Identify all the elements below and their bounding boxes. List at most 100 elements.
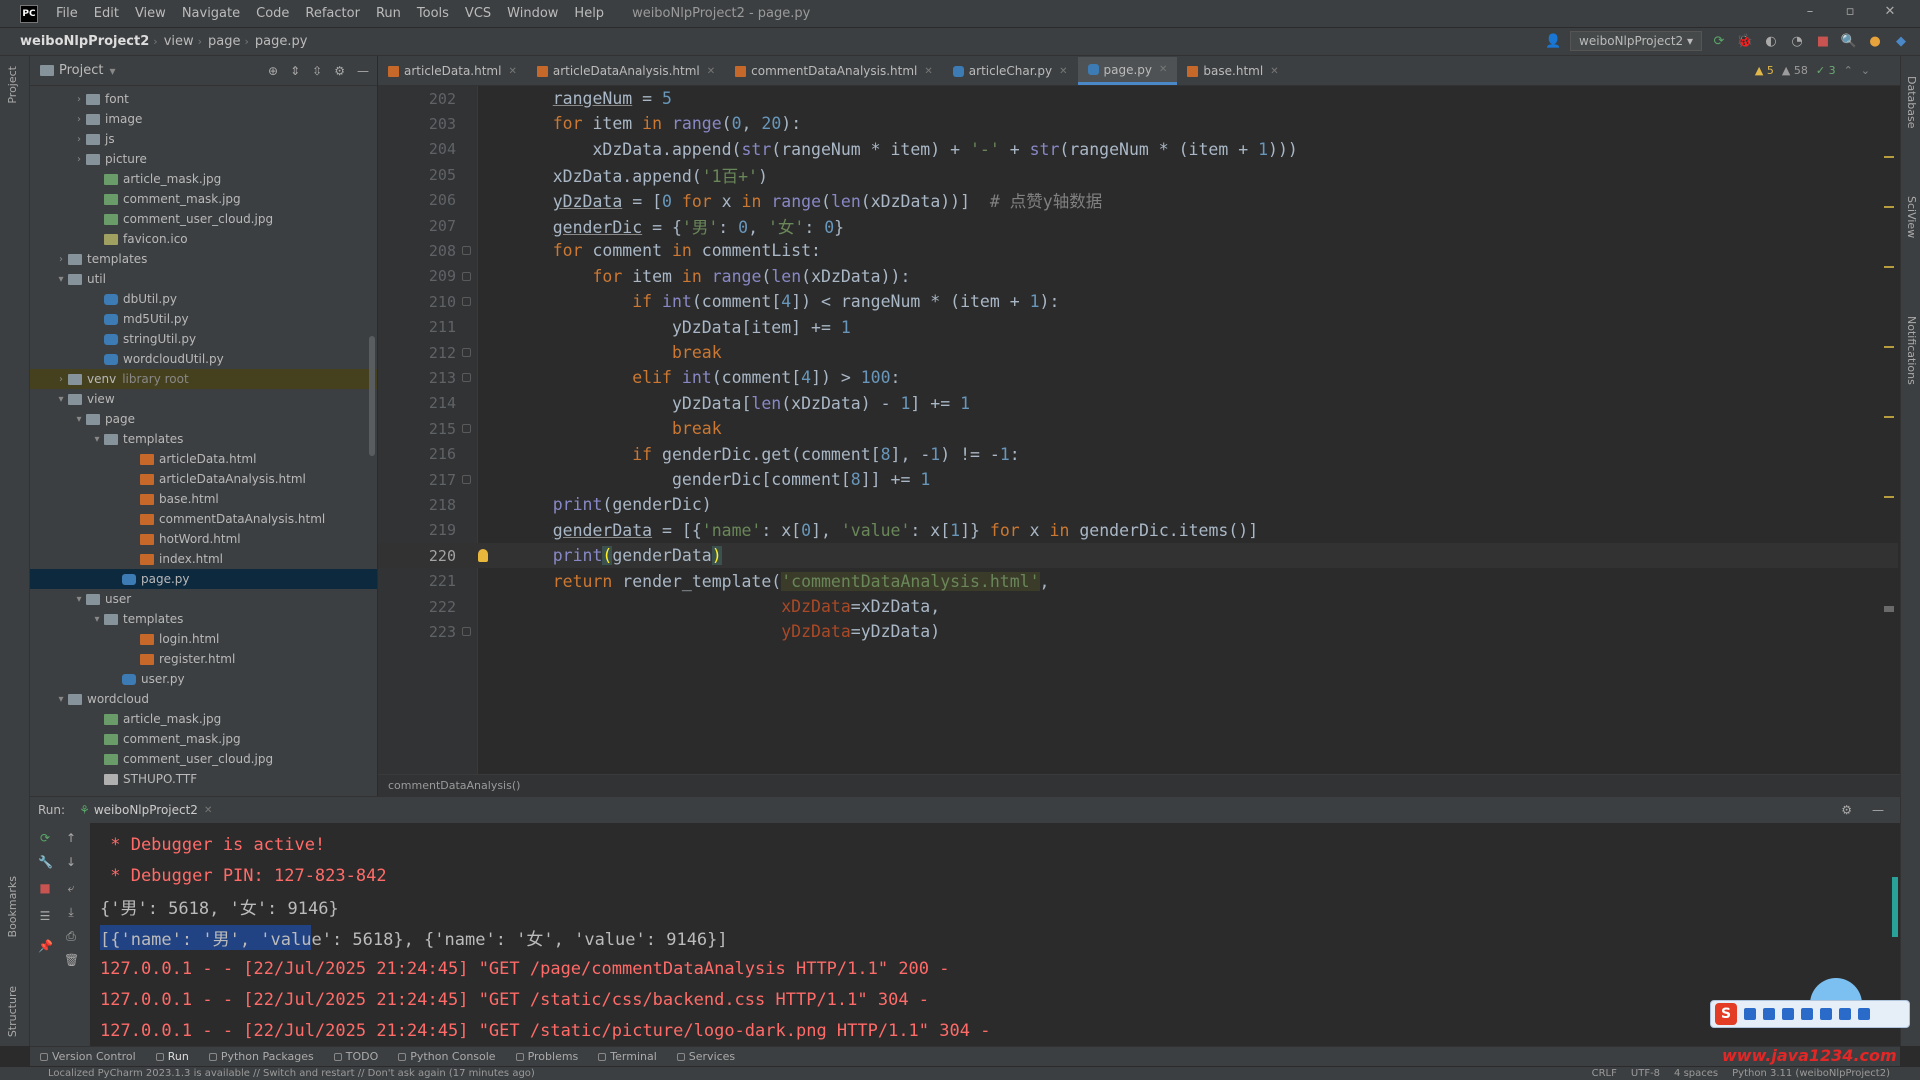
ime-more-icon[interactable]: [1858, 1008, 1870, 1020]
tree-file[interactable]: articleDataAnalysis.html: [30, 469, 377, 489]
tree-file[interactable]: article_mask.jpg: [30, 169, 377, 189]
rerun-icon[interactable]: ⟳: [38, 831, 52, 845]
structure-tool-tab[interactable]: Structure: [6, 986, 19, 1037]
chevron-right-icon[interactable]: ›: [72, 94, 86, 105]
code-line[interactable]: 207 genderDic = {'男': 0, '女': 0}: [378, 213, 1898, 238]
notifications-tool-tab[interactable]: Notifications: [1905, 316, 1918, 385]
ime-punct-icon[interactable]: [1763, 1008, 1775, 1020]
tree-file[interactable]: index.html: [30, 549, 377, 569]
breadcrumb-file[interactable]: page.py: [249, 34, 312, 49]
tree-file[interactable]: article_mask.jpg: [30, 709, 377, 729]
close-icon[interactable]: ✕: [924, 66, 932, 77]
chevron-down-icon[interactable]: ▾: [54, 694, 68, 705]
code-line[interactable]: 210 if int(comment[4]) < rangeNum * (ite…: [378, 289, 1898, 314]
trash-icon[interactable]: 🗑: [64, 953, 79, 967]
error-stripe-mark[interactable]: [1884, 346, 1894, 348]
scroll-thumb[interactable]: [1884, 606, 1894, 612]
console-output[interactable]: * Debugger is active! * Debugger PIN: 12…: [100, 829, 1890, 1046]
chevron-down-icon[interactable]: ⌄: [1861, 64, 1870, 77]
tree-folder[interactable]: ▾ page: [30, 409, 377, 429]
fold-icon[interactable]: [462, 424, 471, 434]
maximize-icon[interactable]: ▫: [1830, 4, 1870, 19]
hide-icon[interactable]: —: [357, 64, 369, 78]
tree-file[interactable]: wordcloudUtil.py: [30, 349, 377, 369]
code-line[interactable]: 208 for comment in commentList:: [378, 238, 1898, 263]
editor-tab[interactable]: articleChar.py ✕: [943, 57, 1078, 85]
code-line[interactable]: 217 genderDic[comment[8]] += 1: [378, 467, 1898, 492]
editor-tab[interactable]: base.html ✕: [1177, 57, 1288, 85]
menu-item[interactable]: Help: [566, 6, 612, 21]
status-item[interactable]: 4 spaces: [1674, 1068, 1718, 1079]
menu-item[interactable]: Code: [248, 6, 297, 21]
status-message[interactable]: Localized PyCharm 2023.1.3 is available …: [0, 1068, 535, 1079]
code-editor[interactable]: 202 rangeNum = 5 203 for item in range(0,…: [378, 86, 1900, 774]
bookmarks-tool-tab[interactable]: Bookmarks: [6, 876, 19, 937]
run-tab[interactable]: ⚘ weiboNlpProject2 ✕: [79, 803, 212, 817]
ime-toolbar[interactable]: S: [1710, 1000, 1910, 1028]
tool-tab-python-console[interactable]: Python Console: [388, 1050, 505, 1063]
database-tool-tab[interactable]: Database: [1905, 76, 1918, 129]
sogou-logo-icon[interactable]: S: [1715, 1003, 1737, 1025]
project-scrollbar[interactable]: [369, 336, 375, 456]
menu-item[interactable]: File: [48, 6, 86, 21]
chevron-right-icon[interactable]: ›: [72, 134, 86, 145]
menu-item[interactable]: View: [127, 6, 174, 21]
menu-item[interactable]: Run: [368, 6, 409, 21]
tree-file[interactable]: md5Util.py: [30, 309, 377, 329]
tree-file[interactable]: STHUPO.TTF: [30, 769, 377, 789]
fold-icon[interactable]: [462, 475, 471, 484]
code-line[interactable]: 205 xDzData.append('1百+'): [378, 162, 1898, 187]
chevron-down-icon[interactable]: ▾: [72, 414, 86, 425]
code-line[interactable]: 220 print(genderData): [378, 543, 1898, 569]
code-line[interactable]: 223 yDzData=yDzData): [378, 619, 1898, 644]
layout-icon[interactable]: ☰: [38, 909, 52, 923]
gear-icon[interactable]: ⚙: [1841, 803, 1852, 817]
expand-all-icon[interactable]: ⇕: [290, 64, 300, 78]
menu-item[interactable]: Navigate: [174, 6, 248, 21]
tree-file[interactable]: dbUtil.py: [30, 289, 377, 309]
editor-scrollbar[interactable]: [1886, 126, 1894, 726]
close-icon[interactable]: ✕: [204, 805, 212, 816]
tree-file[interactable]: favicon.ico: [30, 229, 377, 249]
close-icon[interactable]: ✕: [1159, 64, 1167, 75]
chevron-right-icon[interactable]: ›: [72, 154, 86, 165]
tool-tab-problems[interactable]: Problems: [506, 1050, 589, 1063]
menu-item[interactable]: Edit: [86, 6, 127, 21]
tool-tab-terminal[interactable]: Terminal: [588, 1050, 667, 1063]
minimize-icon[interactable]: –: [1790, 4, 1830, 19]
tree-folder[interactable]: › templates: [30, 249, 377, 269]
close-icon[interactable]: ✕: [1870, 4, 1910, 19]
print-icon[interactable]: ⎙: [64, 929, 78, 943]
tree-file[interactable]: comment_mask.jpg: [30, 189, 377, 209]
user-icon[interactable]: 👤: [1544, 32, 1562, 50]
tree-folder[interactable]: › venv library root: [30, 369, 377, 389]
code-line[interactable]: 211 yDzData[item] += 1: [378, 315, 1898, 340]
chevron-up-icon[interactable]: ⌃: [1844, 64, 1853, 77]
tree-file[interactable]: commentDataAnalysis.html: [30, 509, 377, 529]
console-scrollbar[interactable]: [1892, 877, 1898, 937]
sciview-tool-tab[interactable]: SciView: [1905, 196, 1918, 238]
code-line[interactable]: 202 rangeNum = 5: [378, 86, 1898, 111]
fold-icon[interactable]: [462, 348, 471, 357]
tree-folder[interactable]: ▾ user: [30, 589, 377, 609]
inspection-widget[interactable]: ▲ 5 ▲ 58 ✓ 3 ⌃ ⌄: [1755, 64, 1870, 77]
error-stripe-mark[interactable]: [1884, 156, 1894, 158]
close-icon[interactable]: ✕: [1059, 66, 1067, 77]
tree-file[interactable]: register.html: [30, 649, 377, 669]
locate-icon[interactable]: ⊕: [268, 64, 278, 78]
chevron-right-icon[interactable]: ›: [54, 374, 68, 385]
status-item[interactable]: CRLF: [1592, 1068, 1617, 1079]
tool-tab-version-control[interactable]: Version Control: [30, 1050, 146, 1063]
status-item[interactable]: UTF-8: [1631, 1068, 1660, 1079]
code-line[interactable]: 213 elif int(comment[4]) > 100:: [378, 365, 1898, 390]
wrench-icon[interactable]: 🔧: [38, 855, 53, 869]
scroll-to-end-icon[interactable]: ⤓: [64, 905, 78, 919]
tree-folder[interactable]: › image: [30, 109, 377, 129]
ime-tools-icon[interactable]: [1839, 1008, 1851, 1020]
lightbulb-icon[interactable]: [478, 549, 488, 563]
chevron-down-icon[interactable]: ▾: [90, 434, 104, 445]
soft-wrap-icon[interactable]: ⤶: [64, 881, 78, 895]
chevron-down-icon[interactable]: ▾: [90, 614, 104, 625]
down-arrow-icon[interactable]: ↓: [64, 855, 78, 869]
tree-folder[interactable]: › js: [30, 129, 377, 149]
